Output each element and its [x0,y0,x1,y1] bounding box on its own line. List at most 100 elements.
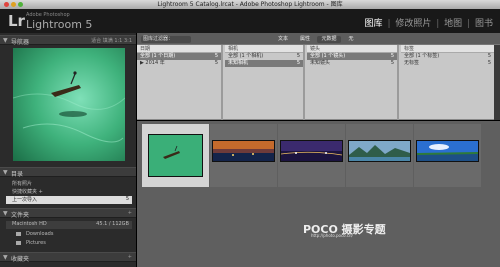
module-separator: | [436,19,440,29]
column-item[interactable]: 未知相机 5 [225,60,303,67]
column-header[interactable]: 镜头 [307,45,397,53]
library-filter-bar: 图库过滤器： 文本 属性 元数据 无 [137,33,500,45]
navigator-preview-image[interactable] [13,48,125,161]
thumbnail-image[interactable] [416,140,479,162]
column-item[interactable]: 全部 (1 个日期) 5 [137,53,221,60]
left-panel: ▼ 导航器 适合 填满 1:1 3:1 ▼ 目录 所有照片 快捷收藏夹 + 上一… [0,33,136,267]
grid-view: POCO 摄影专题 http://photo.poco.cn/ [137,121,500,267]
thumbnail-image[interactable] [348,140,411,162]
window-title: Lightroom 5 Catalog.lrcat - Adobe Photos… [157,1,343,8]
module-library[interactable]: 图库 [365,19,383,29]
column-item[interactable]: ▶ 2014 年 5 [137,60,221,67]
folder-item-label: Downloads [26,231,54,237]
folder-item-pictures[interactable]: Pictures [16,240,132,248]
catalog-item-label: 快捷收藏夹 + [12,189,43,195]
collections-panel-header[interactable]: ▼ 收藏夹 + [0,252,136,263]
folders-title: 文件夹 [11,212,30,219]
thumbnail-image[interactable] [212,140,275,162]
column-item[interactable]: 未知镜头 5 [307,60,397,67]
grid-cell[interactable] [414,124,481,187]
navigator-zoom-options: 适合 填满 1:1 3:1 [91,37,132,44]
metadata-column-label: 标签 全部 (1 个标签) 5 无标签 5 [401,45,494,120]
drive-capacity: 45.1 / 112GB [96,221,129,227]
collapse-triangle-icon: ▼ [3,169,8,176]
catalog-item-previous-import[interactable]: 上一次导入 5 [6,196,132,204]
module-separator: | [387,19,391,29]
column-header[interactable]: 标签 [401,45,494,53]
folder-item-downloads[interactable]: Downloads [16,231,132,239]
filter-tab-attribute[interactable]: 属性 [295,36,315,43]
column-item-count: 5 [296,60,300,66]
collections-title: 收藏夹 [11,256,30,263]
zoom-3-1-option[interactable]: 3:1 [124,38,132,44]
folder-icon [16,232,21,236]
column-item-count: 5 [487,53,491,59]
grid-cell[interactable] [346,124,413,187]
drive-label: Macintosh HD [12,221,47,227]
catalog-item-count: 5 [125,196,129,202]
folders-panel-header[interactable]: ▼ 文件夹 + [0,208,136,219]
folder-icon [16,241,21,245]
module-separator: | [467,19,471,29]
metadata-column-date: 日期 全部 (1 个日期) 5 ▶ 2014 年 5 [137,45,223,120]
column-header[interactable]: 日期 [137,45,221,53]
zoom-fit-option[interactable]: 适合 [91,38,101,44]
catalog-panel-header[interactable]: ▼ 目录 [0,167,136,178]
column-item-count: 5 [214,53,218,59]
column-item-count: 5 [214,60,218,66]
module-picker: 图库 | 修改照片 | 地图 | 图书 [364,16,494,29]
collapse-triangle-icon: ▼ [3,210,8,217]
navigator-panel-header[interactable]: ▼ 导航器 适合 填满 1:1 3:1 [0,35,136,46]
drive-macintosh-hd[interactable]: Macintosh HD 45.1 / 112GB [6,221,132,229]
product-name: Lightroom 5 [26,18,93,31]
column-item-count: 5 [390,53,394,59]
catalog-item-quick-collection[interactable]: 快捷收藏夹 + [6,188,132,196]
column-item-label: 无标签 [404,60,420,66]
metadata-browser: 日期 全部 (1 个日期) 5 ▶ 2014 年 5 相机 全部 (1 个相机)… [137,45,500,120]
library-filter-title: 图库过滤器： [141,36,191,43]
filter-tab-metadata[interactable]: 元数据 [317,36,341,43]
column-item-label: 全部 (1 个镜头) [310,53,346,59]
catalog-item-label: 所有照片 [12,181,33,187]
thumbnail-image[interactable] [148,134,203,177]
column-item[interactable]: 全部 (1 个标签) 5 [401,53,494,60]
column-item-label: ▶ 2014 年 [140,60,165,66]
module-map[interactable]: 地图 [444,19,462,29]
column-item-label: 未知相机 [228,60,249,66]
catalog-item-all-photos[interactable]: 所有照片 [6,180,132,188]
catalog-item-label: 上一次导入 [12,197,38,203]
module-develop[interactable]: 修改照片 [395,19,431,29]
window-title-bar: Lightroom 5 Catalog.lrcat - Adobe Photos… [0,0,500,9]
zoom-fill-option[interactable]: 填满 [103,38,113,44]
metadata-column-lens: 镜头 全部 (1 个镜头) 5 未知镜头 5 [307,45,399,120]
catalog-title: 目录 [11,171,24,178]
add-folder-icon[interactable]: + [128,210,132,216]
module-book[interactable]: 图书 [475,19,493,29]
column-item-count: 5 [487,60,491,66]
zoom-1-1-option[interactable]: 1:1 [114,38,122,44]
add-collection-icon[interactable]: + [128,254,132,260]
navigator-title: 导航器 [11,39,30,46]
grid-cell[interactable] [278,124,345,187]
grid-cell[interactable] [142,124,209,187]
right-panel-edge [494,45,500,120]
column-header[interactable]: 相机 [225,45,303,53]
column-item[interactable]: 无标签 5 [401,60,494,67]
column-item-label: 全部 (1 个相机) [228,53,264,59]
column-item-label: 未知镜头 [310,60,331,66]
lightroom-logo: Lr [8,12,25,30]
column-item[interactable]: 全部 (1 个镜头) 5 [307,53,397,60]
grid-cell[interactable] [210,124,277,187]
column-item[interactable]: 全部 (1 个相机) 5 [225,53,303,60]
identity-bar: Lr Adobe Photoshop Lightroom 5 图库 | 修改照片… [0,9,500,33]
filter-tab-text[interactable]: 文本 [273,36,293,43]
collapse-triangle-icon: ▼ [3,37,8,44]
column-item-count: 5 [390,60,394,66]
poco-watermark-url: http://photo.poco.cn/ [311,233,353,238]
column-item-label: 全部 (1 个标签) [404,53,440,59]
metadata-column-camera: 相机 全部 (1 个相机) 5 未知相机 5 [225,45,305,120]
filter-tab-none[interactable]: 无 [343,36,359,43]
thumbnail-image[interactable] [280,140,343,162]
folder-item-label: Pictures [26,240,46,246]
collapse-triangle-icon: ▼ [3,254,8,261]
